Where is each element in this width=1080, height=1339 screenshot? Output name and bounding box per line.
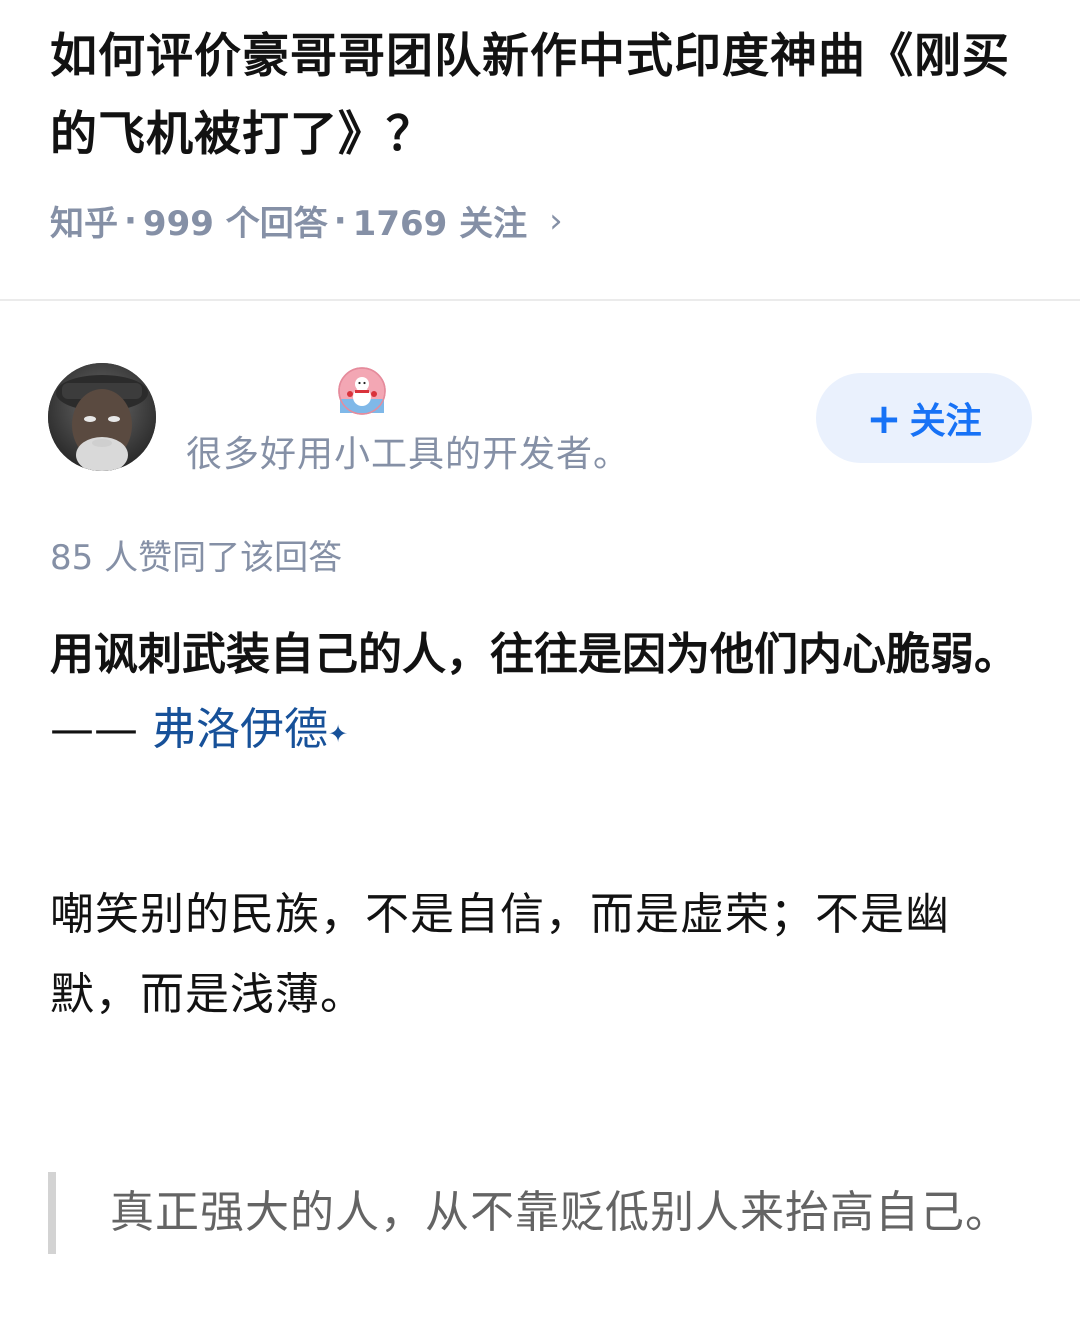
author-bio: 很多好用小工具的开发者。 (186, 434, 631, 475)
blockquote: 真正强大的人，从不靠贬低别人来抬高自己。 (48, 1172, 1028, 1254)
quote-attribution: —— 弗洛伊德✦ (50, 695, 1030, 765)
answer-body: 用讽刺武装自己的人，往往是因为他们内心脆弱。 —— 弗洛伊德✦ 嘲笑别的民族，不… (50, 615, 1030, 1035)
attribution-author-link[interactable]: 弗洛伊德 (152, 704, 328, 755)
question-meta[interactable]: 知乎 · 999 个回答 · 1769 关注 › (50, 196, 1030, 245)
answer-paragraph: 嘲笑别的民族，不是自信，而是虚荣；不是幽默，而是浅薄。 (50, 889, 950, 1020)
snowman-badge-icon (338, 367, 386, 415)
followers-count: 1769 关注 (352, 204, 528, 244)
section-divider (0, 299, 1080, 301)
avatar[interactable] (48, 363, 156, 471)
bold-quote: 用讽刺武装自己的人，往往是因为他们内心脆弱。 (50, 629, 1018, 680)
question-title[interactable]: 如何评价豪哥哥团队新作中式印度神曲《刚买的飞机被打了》？ (50, 18, 1030, 174)
follow-label: 关注 (909, 401, 982, 442)
source-label: 知乎 (50, 204, 118, 244)
author-row: 很多好用小工具的开发者。 + 关注 (48, 363, 1032, 475)
follow-button[interactable]: + 关注 (816, 373, 1032, 463)
question-header: 如何评价豪哥哥团队新作中式印度神曲《刚买的飞机被打了》？ 知乎 · 999 个回… (0, 0, 1080, 280)
chevron-right-icon[interactable]: › (549, 201, 563, 241)
attribution-dash: —— (50, 704, 152, 755)
meta-separator: · (333, 200, 347, 241)
sparkle-icon: ✦ (328, 720, 349, 748)
avatar-photo (48, 363, 156, 471)
vote-count: 85 人赞同了该回答 (50, 538, 343, 578)
meta-separator: · (124, 200, 137, 241)
answers-count: 999 个回答 (142, 204, 328, 244)
blockquote-text: 真正强大的人，从不靠贬低别人来抬高自己。 (110, 1187, 1010, 1238)
plus-icon: + (866, 393, 902, 443)
